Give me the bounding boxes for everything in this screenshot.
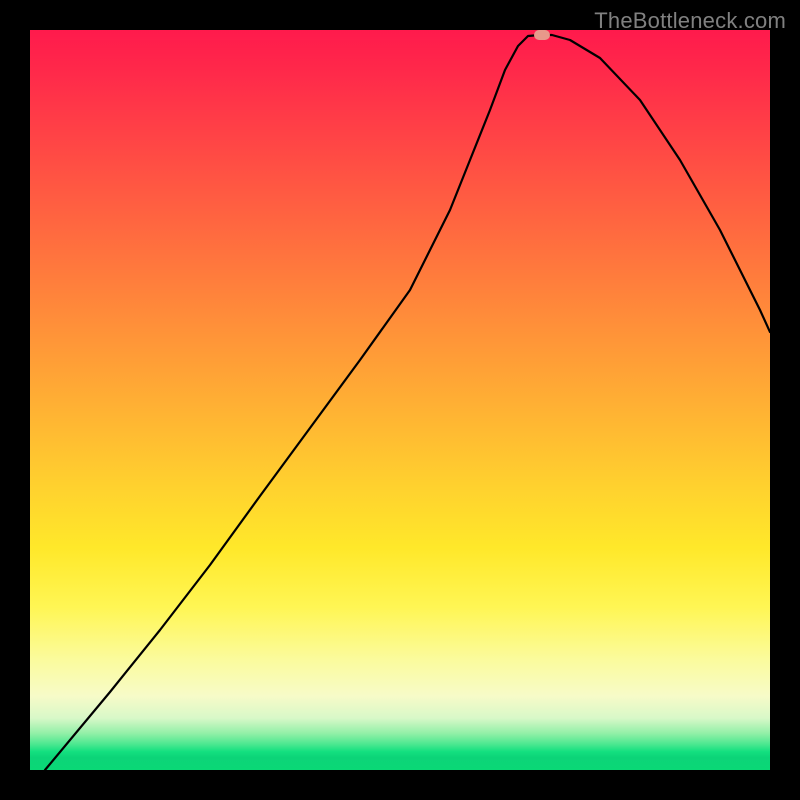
chart-plot-area [30,30,770,770]
optimal-point-marker [534,30,550,40]
gradient-background [30,30,770,770]
chart-container: TheBottleneck.com [0,0,800,800]
